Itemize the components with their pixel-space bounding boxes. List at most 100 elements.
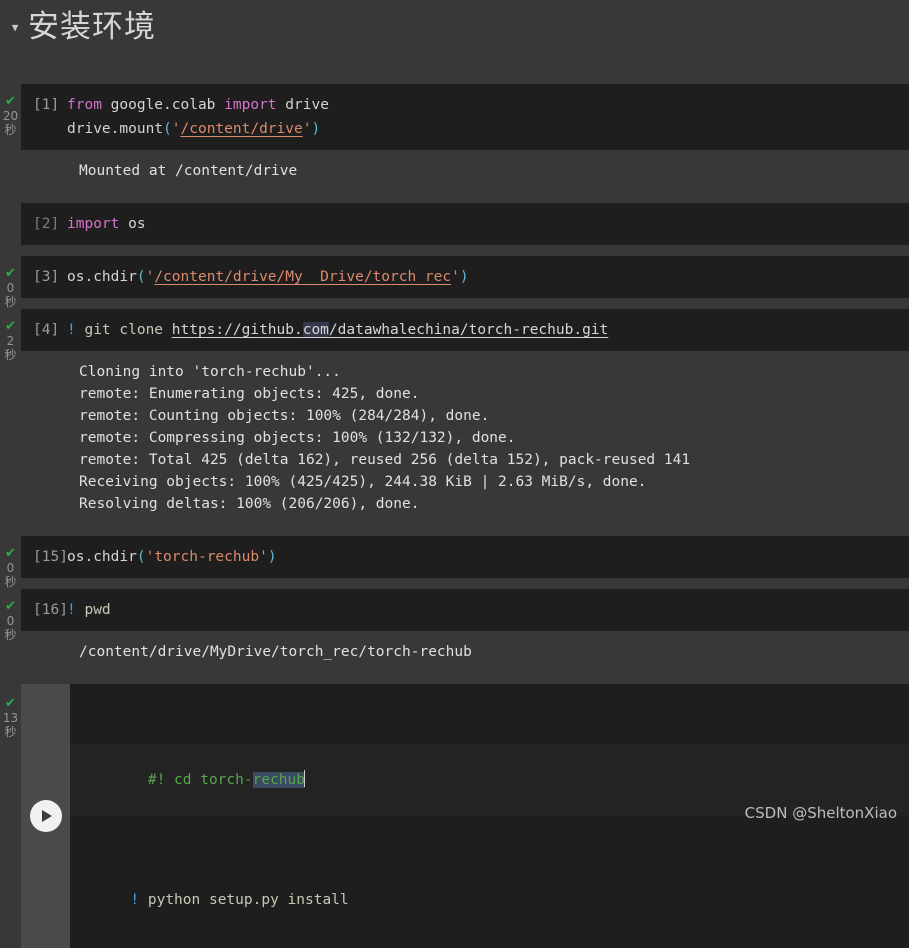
cell-gutter: ✔ 0 秒 [0,256,21,309]
code-line[interactable]: [1] from google.colab import drive [21,93,909,117]
cell-exec-time-unit: 秒 [4,725,17,739]
collapse-caret-icon[interactable]: ▼ [2,22,28,33]
output-line: remote: Total 425 (delta 162), reused 25… [79,452,691,468]
cell-status-check-icon: ✔ [5,319,16,334]
cell-execution-prompt: [15] [33,549,68,565]
notebook-cell[interactable]: [2] import os [0,203,909,245]
code-token: torch-rechub [154,549,260,565]
cell-gutter: ✔ 0 秒 [0,536,21,589]
cell-gutter-active: ✔ 13 秒 [0,684,21,739]
cell-spacer [0,298,909,309]
code-token: ) [459,269,469,285]
code-token[interactable]: /datawhalechina/torch-rechub.git [329,322,608,338]
cell-exec-time-value: 0 [6,561,15,575]
code-token: ( [136,549,146,565]
notebook-cell[interactable]: ✔ 20 秒 [1] from google.colab import drive dri… [0,84,909,192]
code-token[interactable]: /content/drive [181,121,303,137]
cell-gutter: ✔ 0 秒 [0,589,21,642]
cell-execution-prompt: [2] [33,216,60,232]
cell-code-area[interactable]: [4]! git clone https://github.com/datawh… [21,309,909,351]
active-line1-selection: rechub [252,772,305,788]
output-line: remote: Compressing objects: 100% (132/1… [79,430,516,446]
notebook-cell[interactable]: ✔ 0 秒 [16]! pwd/content/drive/MyDrive/torch… [0,589,909,673]
cell-code-area[interactable]: [2] import os [21,203,909,245]
code-token: ' [259,549,268,565]
output-line: remote: Counting objects: 100% (284/284)… [79,408,490,424]
cell-code-area[interactable]: [1] from google.colab import drive drive.m… [21,84,909,150]
run-button-column[interactable] [21,684,70,948]
code-token: ( [163,121,172,137]
cell-gutter: ✔ 20 秒 [0,84,21,137]
cell-execution-prompt: [16] [33,602,68,618]
cell-status-check-icon: ✔ [5,599,16,614]
output-line: Mounted at /content/drive [79,163,298,179]
cell-spacer [0,525,909,536]
code-line[interactable]: drive.mount('/content/drive') [21,117,909,141]
cell-status-check-icon: ✔ [5,696,16,711]
code-token: ' [145,549,155,565]
code-token: ' [145,269,155,285]
run-cell-button[interactable] [29,800,62,832]
cell-spacer [0,192,909,203]
code-token: ) [267,549,277,565]
code-line[interactable]: [2] import os [21,212,909,236]
output-line: remote: Enumerating objects: 425, done. [79,386,420,402]
notebook-cell[interactable]: ✔ 0 秒 [3] os.chdir('/content/drive/My Drive/… [0,256,909,309]
code-token: git clone [75,322,172,338]
cell-gutter [0,203,21,213]
code-token: pwd [75,602,111,618]
cell-execution-prompt: [1] [33,97,60,113]
cell-code-area[interactable]: [3] os.chdir('/content/drive/My Drive/tor… [21,256,909,298]
code-token: drive.mount [67,121,164,137]
cell-output: Cloning into 'torch-rechub'... remote: En… [21,351,909,525]
cell-exec-time-unit: 秒 [4,628,17,642]
cell-exec-time-value: 0 [6,281,15,295]
cell-code-area[interactable]: [16]! pwd [21,589,909,631]
cell-exec-time-unit: 秒 [4,575,17,589]
code-line[interactable]: [15]os.chdir('torch-rechub') [21,545,909,569]
cell-status-check-icon: ✔ [5,546,16,561]
cell-exec-time-value: 2 [6,334,15,348]
code-token: drive [285,97,329,113]
watermark: CSDN @SheltonXiao [744,804,897,822]
code-token[interactable]: https://github. [172,322,303,338]
output-line: Resolving deltas: 100% (206/206), done. [79,496,420,512]
code-token: import [67,216,120,232]
notebook-cell[interactable]: ✔ 0 秒 [15]os.chdir('torch-rechub') [0,536,909,589]
cell-output: /content/drive/MyDrive/torch_rec/torch-r… [21,631,909,673]
code-token: from [67,97,102,113]
code-token: ( [136,269,146,285]
output-line: /content/drive/MyDrive/torch_rec/torch-r… [79,644,472,660]
code-token: ' [451,269,460,285]
active-code-line-1[interactable]: #! cd torch-rechub [70,696,909,864]
notebook-cell[interactable]: ✔ 2 秒 [4]! git clone https://github.com/dat… [0,309,909,525]
code-token: ' [171,121,181,137]
cell-spacer [0,578,909,589]
cell-exec-time-unit: 秒 [4,348,17,362]
cell-spacer [0,673,909,684]
cell-exec-time-unit: 秒 [4,295,17,309]
code-token: ! [67,602,76,618]
code-token[interactable]: com [302,322,329,338]
cell-exec-time-unit: 秒 [4,123,17,137]
cell-spacer [0,245,909,256]
code-line[interactable]: [3] os.chdir('/content/drive/My Drive/tor… [21,265,909,289]
active-line2-command: python setup.py install [139,892,349,908]
output-line: Receiving objects: 100% (425/425), 244.3… [79,474,647,490]
code-token: os [128,216,146,232]
code-line[interactable]: [16]! pwd [21,598,909,622]
cell-exec-time-value: 13 [2,711,19,725]
code-line[interactable]: [4]! git clone https://github.com/datawh… [21,318,909,342]
active-line1-prefix: #! cd torch- [147,772,253,788]
active-code-line-2[interactable]: ! python setup.py install [70,864,909,936]
cell-code-area[interactable]: [15]os.chdir('torch-rechub') [21,536,909,578]
code-token[interactable]: /content/drive/My Drive/torch_rec [154,269,451,285]
cell-execution-prompt: [3] [33,269,60,285]
cell-exec-time-value: 0 [6,614,15,628]
code-token: os.chdir [67,269,137,285]
cell-status-check-icon: ✔ [5,94,16,109]
cell-execution-prompt: [4] [33,322,60,338]
